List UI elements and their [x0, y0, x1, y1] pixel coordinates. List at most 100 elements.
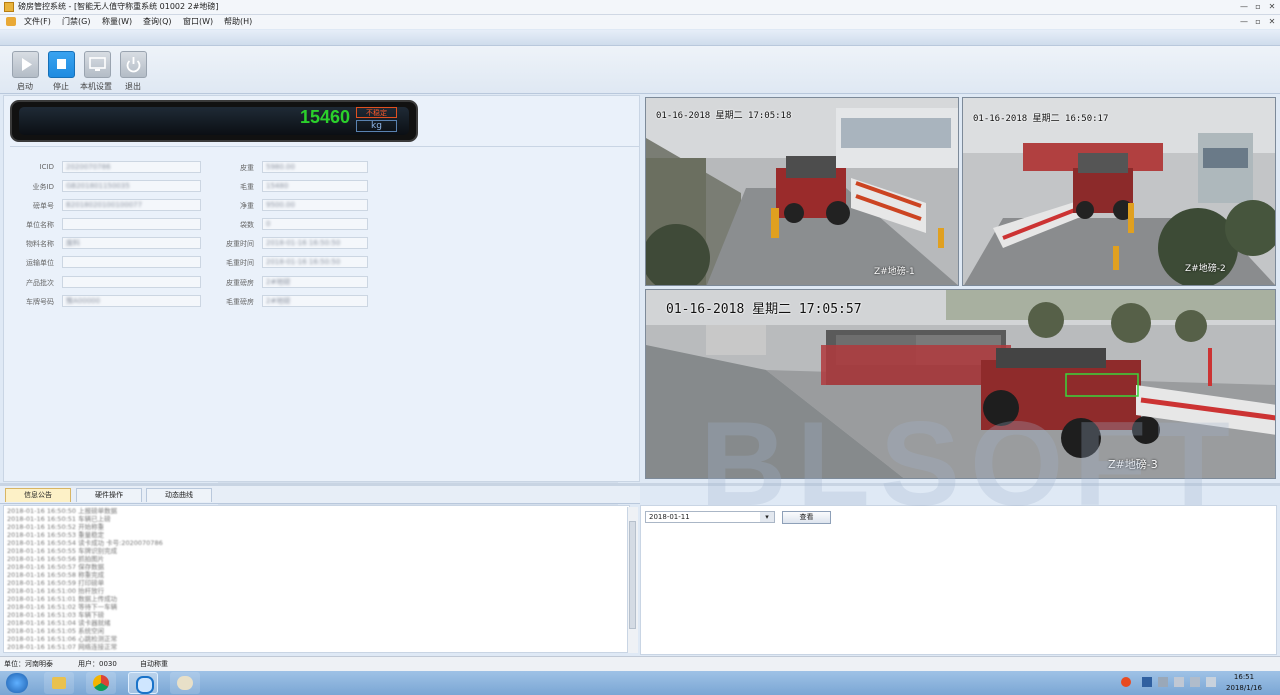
field-label-plate: 车牌号码 — [26, 298, 54, 306]
menu-weigh[interactable]: 称量(W) — [102, 15, 132, 29]
tray-app-icon[interactable] — [1142, 677, 1152, 687]
exit-button[interactable] — [120, 51, 147, 78]
flag-tray-icon[interactable] — [1174, 677, 1184, 687]
minimize-button[interactable]: — — [1238, 1, 1250, 13]
log-line: 2018-01-16 16:50:53 重量稳定 — [7, 531, 105, 539]
weighing-app-icon[interactable] — [128, 672, 158, 694]
close-button[interactable]: ✕ — [1266, 1, 1278, 13]
mdi-close-button[interactable]: ✕ — [1266, 16, 1278, 28]
field-tare[interactable]: 5980.00 — [262, 161, 368, 173]
exit-label: 退出 — [125, 82, 141, 91]
menu-window[interactable]: 窗口(W) — [183, 15, 213, 29]
chrome-icon[interactable] — [86, 672, 116, 694]
log-line: 2018-01-16 16:50:55 车牌识别完成 — [7, 547, 118, 555]
field-label-company: 单位名称 — [26, 221, 54, 229]
log-line: 2018-01-16 16:51:04 读卡器就绪 — [7, 619, 111, 627]
log-line: 2018-01-16 16:50:57 保存数据 — [7, 563, 105, 571]
log-panel[interactable]: 2018-01-16 16:50:50 上报磅单数据 2018-01-16 16… — [3, 505, 630, 653]
field-icid[interactable]: 2020070786 — [62, 161, 201, 173]
volume-tray-icon[interactable] — [1206, 677, 1216, 687]
maximize-button[interactable]: ▫ — [1252, 1, 1264, 13]
menu-query[interactable]: 查询(Q) — [143, 15, 172, 29]
field-net[interactable]: 9500.00 — [262, 199, 368, 211]
chrome-logo-icon — [93, 675, 109, 691]
camera-2-label: Z#地磅-2 — [1185, 264, 1226, 274]
field-material[interactable]: 废料 — [62, 237, 201, 249]
field-tare-station[interactable]: 2#地磅 — [262, 276, 368, 288]
start-button[interactable] — [12, 51, 39, 78]
field-batch[interactable] — [62, 276, 201, 288]
menu-access[interactable]: 门禁(G) — [62, 15, 90, 29]
camera-feed-2[interactable]: 01-16-2018 星期二 16:50:17 Z#地磅-2 — [962, 97, 1276, 286]
app-icon — [4, 2, 14, 12]
field-label-bags: 袋数 — [240, 221, 254, 229]
field-label-tare: 皮重 — [240, 164, 254, 172]
weight-reading: 15460 — [299, 107, 350, 127]
tab-announcements[interactable]: 信息公告 — [5, 488, 71, 502]
panel-divider — [10, 146, 640, 147]
printer-tray-icon[interactable] — [1158, 677, 1168, 687]
camera-feed-1[interactable]: 01-16-2018 星期二 17:05:18 Z#地磅-1 — [645, 97, 959, 286]
menu-file[interactable]: 文件(F) — [24, 15, 51, 29]
ribbon-strip — [0, 30, 1280, 46]
camera-1-label: Z#地磅-1 — [874, 267, 915, 277]
tab-dynamic-curve[interactable]: 动态曲线 — [146, 488, 212, 502]
tab-hardware[interactable]: 硬件操作 — [76, 488, 142, 502]
network-tray-icon[interactable] — [1190, 677, 1200, 687]
camera-image-2 — [963, 98, 1275, 285]
log-line: 2018-01-16 16:50:59 打印磅单 — [7, 579, 105, 587]
menu-help[interactable]: 帮助(H) — [224, 15, 252, 29]
field-tare-time[interactable]: 2018-01-16 16:50:50 — [262, 237, 368, 249]
field-label-batch: 产品批次 — [26, 279, 54, 287]
settings-label: 本机设置 — [80, 82, 112, 91]
field-gross-time[interactable]: 2018-01-16 16:50:50 — [262, 256, 368, 268]
play-icon — [22, 58, 32, 71]
stop-button[interactable] — [48, 51, 75, 78]
stability-indicator: 不稳定 — [356, 107, 397, 118]
watermark: BLSOFT — [700, 397, 1240, 531]
clock-time: 16:51 — [1233, 673, 1255, 681]
status-bar: 单位：河南明泰 用户：0030 自动称重 — [0, 656, 1280, 672]
field-plate[interactable]: 豫A00000 — [62, 295, 201, 307]
mdi-minimize-button[interactable]: — — [1238, 16, 1250, 28]
clock-date: 2018/1/16 — [1226, 684, 1262, 692]
settings-button[interactable] — [84, 51, 111, 78]
paint-icon[interactable] — [170, 672, 200, 694]
log-line: 2018-01-16 16:50:51 车辆已上磅 — [7, 515, 111, 523]
scale-display-screen — [19, 107, 409, 135]
field-gross[interactable]: 15480 — [262, 180, 368, 192]
clock[interactable]: 16:51 2018/1/16 — [1218, 672, 1270, 694]
field-ticket-no[interactable]: B2018020100100077 — [62, 199, 201, 211]
start-menu-icon[interactable] — [6, 673, 28, 693]
field-business-id[interactable]: GB201801150035 — [62, 180, 201, 192]
gauge-icon — [136, 676, 154, 694]
weighing-panel — [3, 95, 640, 482]
start-label: 启动 — [17, 82, 33, 91]
log-scroll-thumb[interactable] — [629, 521, 636, 629]
folder-icon — [52, 677, 66, 689]
mdi-restore-button[interactable]: ▫ — [1252, 16, 1264, 28]
field-carrier[interactable] — [62, 256, 201, 268]
status-unit: 单位：河南明泰 — [4, 660, 53, 668]
field-label-icid: ICID — [39, 163, 54, 171]
camera-3-timestamp: 01-16-2018 星期二 17:05:57 — [666, 302, 862, 317]
log-line: 2018-01-16 16:51:02 等待下一车辆 — [7, 603, 118, 611]
status-user: 用户：0030 — [78, 660, 117, 668]
sogou-tray-icon[interactable] — [1121, 677, 1131, 687]
field-label-ticket-no: 磅单号 — [33, 202, 54, 210]
field-company[interactable] — [62, 218, 201, 230]
menu-bar: 文件(F) 门禁(G) 称量(W) 查询(Q) 窗口(W) 帮助(H) — ▫ … — [0, 15, 1280, 29]
field-bags[interactable]: 0 — [262, 218, 368, 230]
toolbar: 启动 停止 本机设置 退出 — [0, 46, 1280, 94]
camera-1-timestamp: 01-16-2018 星期二 17:05:18 — [656, 111, 792, 121]
log-line: 2018-01-16 16:51:03 车辆下磅 — [7, 611, 105, 619]
log-line: 2018-01-16 16:50:52 开始称重 — [7, 523, 105, 531]
field-label-gross-station: 毛重磅房 — [226, 298, 254, 306]
stop-icon — [57, 59, 66, 69]
stop-label: 停止 — [53, 82, 69, 91]
field-label-gross: 毛重 — [240, 183, 254, 191]
app-menu-icon[interactable] — [6, 17, 16, 26]
field-gross-station[interactable]: 2#地磅 — [262, 295, 368, 307]
log-scrollbar[interactable] — [627, 507, 638, 653]
explorer-icon[interactable] — [44, 672, 74, 694]
